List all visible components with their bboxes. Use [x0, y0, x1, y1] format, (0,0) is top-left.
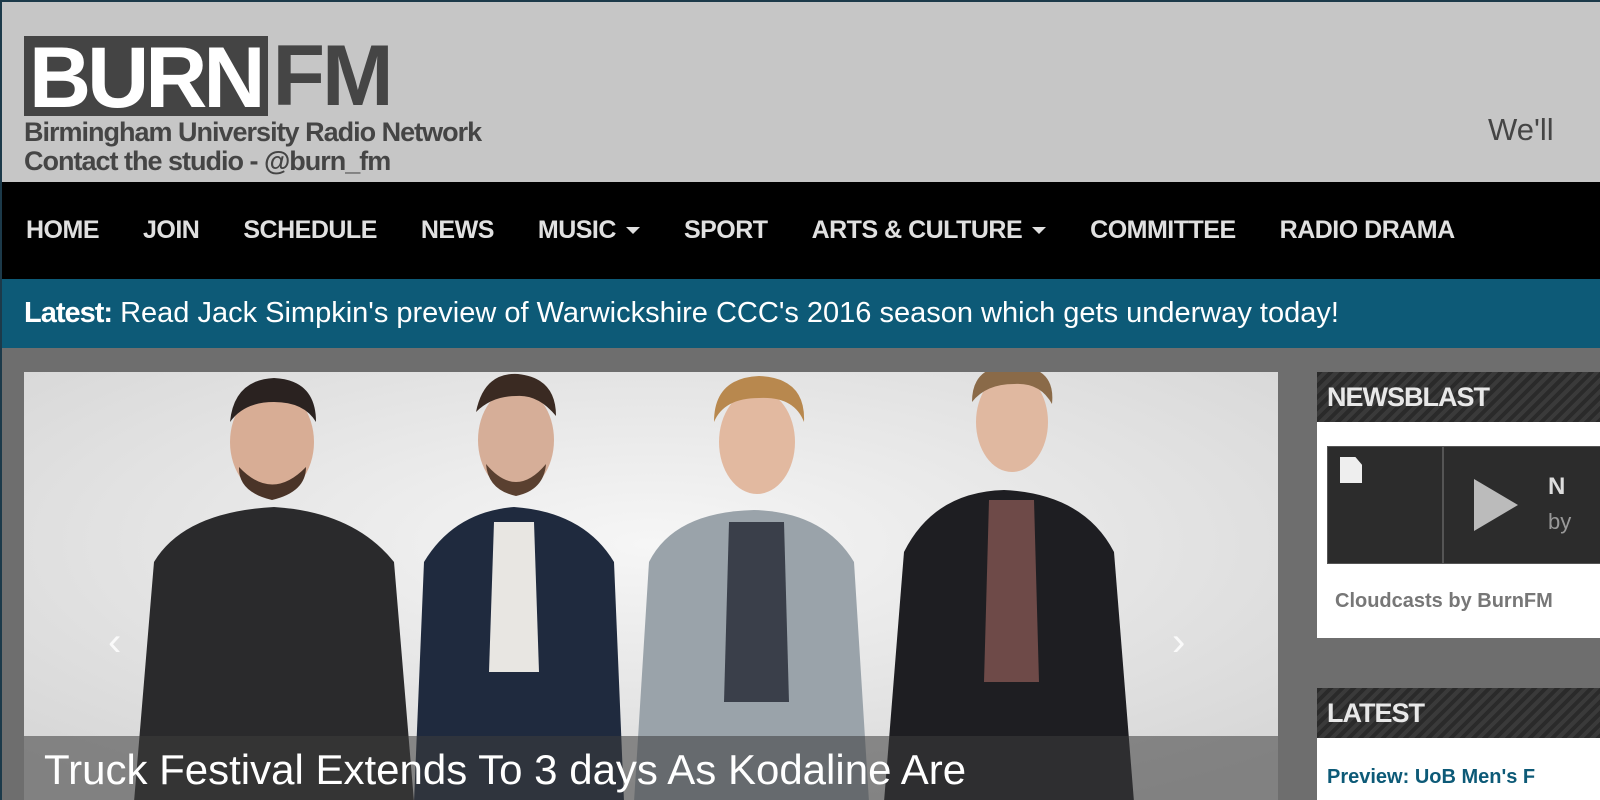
nav-item-home[interactable]: HOME: [26, 216, 100, 245]
caret-down-icon: [625, 227, 640, 234]
ticker-headline[interactable]: Read Jack Simpkin's preview of Warwicksh…: [120, 297, 1339, 330]
nav-item-sport[interactable]: SPORT: [684, 216, 768, 245]
tagline-network: Birmingham University Radio Network: [24, 117, 482, 147]
header-message: We'll: [1488, 112, 1554, 147]
player-artwork: [1328, 447, 1444, 563]
nav-item-committee[interactable]: COMMITTEE: [1090, 216, 1236, 245]
caret-down-icon: [1032, 227, 1047, 234]
latest-widget-title: LATEST: [1317, 688, 1600, 738]
nav-item-label: COMMITTEE: [1090, 216, 1236, 244]
logo-burn-box: BURN: [24, 30, 269, 126]
logo-burn-text: BURN: [29, 30, 265, 126]
ticker-label: Latest:: [24, 297, 113, 329]
logo-fm-text: FM: [272, 28, 393, 124]
player-track-by: by: [1548, 509, 1572, 534]
player-track-title[interactable]: N: [1548, 473, 1565, 501]
nav-list: HOME JOIN SCHEDULE NEWS MUSIC SPORT ARTS & CUL…: [2, 182, 1600, 279]
nav-item-arts-culture[interactable]: ARTS & CULTURE: [812, 216, 1047, 245]
cloudcasts-link[interactable]: Cloudcasts by BurnFM: [1335, 590, 1553, 613]
site-tagline: Birmingham University Radio Network Cont…: [24, 117, 482, 176]
latest-article-link[interactable]: Preview: UoB Men's F: [1327, 766, 1535, 789]
nav-item-label: NEWS: [420, 216, 495, 244]
latest-ticker[interactable]: Latest: Read Jack Simpkin's preview of W…: [2, 279, 1600, 348]
nav-item-music[interactable]: MUSIC: [538, 216, 640, 245]
slider-prev-icon[interactable]: ‹: [108, 622, 121, 662]
nav-item-label: ARTS & CULTURE: [811, 216, 1023, 244]
newsblast-widget-title: NEWSBLAST: [1317, 372, 1600, 422]
nav-item-label: MUSIC: [537, 216, 617, 244]
nav-item-join[interactable]: JOIN: [143, 216, 200, 245]
slide-caption[interactable]: Truck Festival Extends To 3 days As Koda…: [24, 736, 1278, 800]
nav-item-label: SPORT: [683, 216, 768, 244]
nav-item-schedule[interactable]: SCHEDULE: [243, 216, 377, 245]
nav-item-label: SCHEDULE: [243, 216, 377, 244]
file-icon: [1340, 457, 1362, 483]
latest-widget: Preview: UoB Men's F: [1317, 738, 1600, 800]
play-icon[interactable]: [1474, 479, 1518, 531]
newsblast-widget: N by Cloudcasts by BurnFM: [1317, 422, 1600, 638]
slider-next-icon[interactable]: ›: [1172, 622, 1185, 662]
main-navigation: HOME JOIN SCHEDULE NEWS MUSIC SPORT ARTS & CUL…: [2, 182, 1600, 279]
site-logo[interactable]: BURN FM: [24, 28, 394, 126]
nav-item-label: JOIN: [143, 216, 200, 244]
tagline-contact: Contact the studio - @burn_fm: [24, 146, 391, 176]
nav-item-label: HOME: [26, 216, 100, 244]
mixcloud-player[interactable]: N by: [1327, 446, 1600, 564]
site-header: BURN FM Birmingham University Radio Netw…: [2, 2, 1600, 182]
nav-item-radio-drama[interactable]: RADIO DRAMA: [1279, 216, 1456, 245]
nav-item-label: RADIO DRAMA: [1279, 216, 1456, 244]
nav-item-news[interactable]: NEWS: [420, 216, 495, 245]
